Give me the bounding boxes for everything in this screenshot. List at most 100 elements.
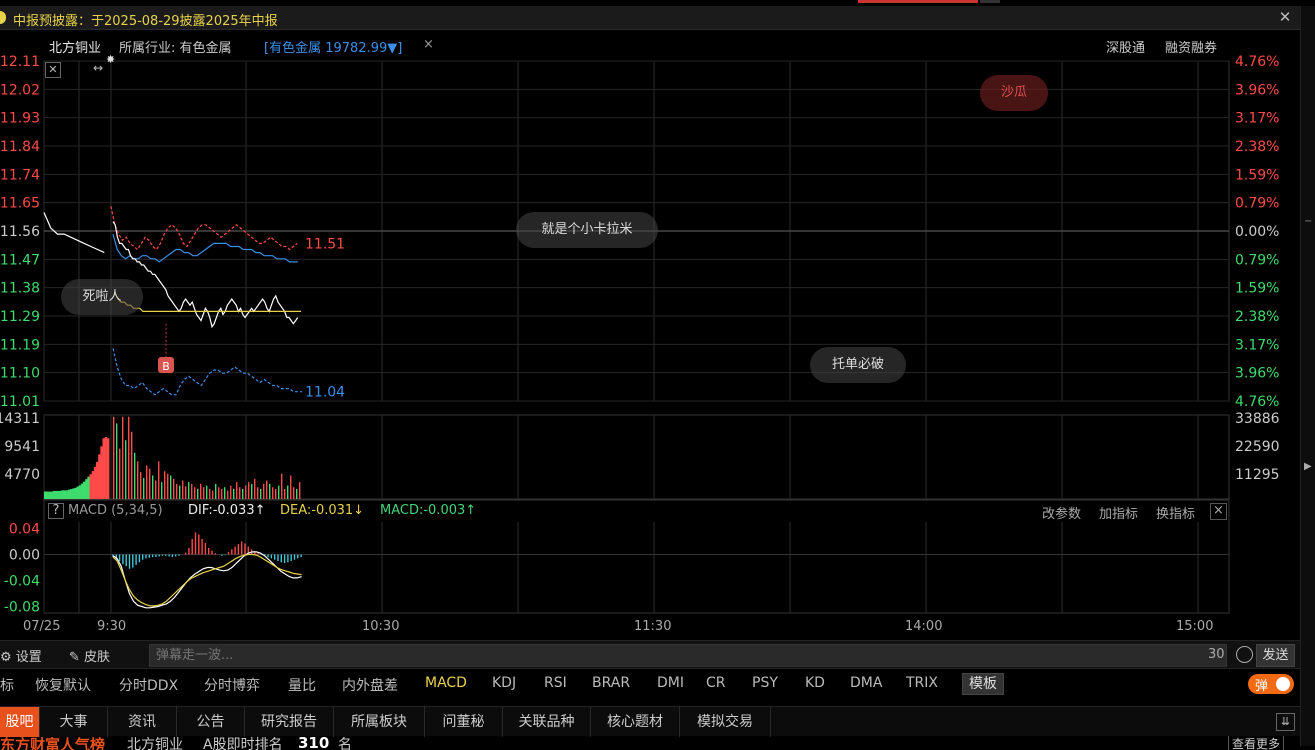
bottom-tab[interactable]: 核心题材 — [591, 707, 680, 737]
send-button[interactable]: 发送 — [1256, 644, 1295, 667]
indicator-tab[interactable]: 量比 — [288, 675, 316, 695]
swap-indicator-button[interactable]: 换指标 — [1156, 503, 1195, 522]
volume-tick-label: 14311 — [0, 411, 40, 427]
volume-bar — [218, 487, 220, 499]
tag-shenguotong[interactable]: 深股通 — [1106, 37, 1145, 56]
volume-bar — [239, 487, 241, 499]
volume-bar — [161, 482, 163, 499]
price-tick-label: 11.84 — [0, 139, 40, 155]
volume-bar — [236, 482, 238, 499]
industry-index-link[interactable]: [有色金属 19782.99▼] — [264, 37, 402, 56]
expand-right-icon[interactable]: ▶ — [1304, 461, 1312, 472]
volume-bar — [296, 488, 298, 499]
bottom-tab[interactable]: 所属板块 — [334, 707, 425, 737]
danmaku-toggle-label: 弹 — [1255, 679, 1269, 694]
indicator-tab[interactable]: RSI — [544, 675, 567, 691]
industry-label: 所属行业: 有色金属 — [119, 41, 232, 56]
bottom-tab-guba[interactable]: 股吧 — [0, 707, 40, 737]
settings-button[interactable]: ⚙ 设置 — [0, 646, 42, 665]
volume-tick-label: 11295 — [1235, 467, 1280, 483]
macd-close-icon[interactable]: × — [1210, 503, 1227, 520]
volume-bar — [227, 490, 229, 499]
macd-dif: DIF:-0.033↑ — [188, 503, 266, 518]
volume-bar — [215, 483, 217, 499]
notice-close-icon[interactable]: ✕ — [1276, 8, 1294, 26]
volume-bar — [185, 486, 187, 499]
view-more-button[interactable]: 查看更多 — [1228, 736, 1285, 750]
indicator-tab[interactable]: KDJ — [492, 675, 516, 691]
bottom-tab[interactable]: 资讯 — [108, 707, 177, 737]
indicator-tab[interactable]: KD — [805, 675, 825, 691]
bottom-tab[interactable]: 大事 — [40, 707, 108, 737]
volume-bar — [128, 416, 130, 499]
price-tick-label: 12.02 — [0, 82, 40, 98]
industry-close-icon[interactable]: × — [423, 37, 434, 52]
danmaku-char-count: 30 — [1208, 647, 1225, 662]
toggle-knob — [1276, 677, 1290, 691]
indicator-tab[interactable]: MACD — [425, 675, 467, 691]
indicator-tab[interactable]: 内外盘差 — [342, 675, 398, 695]
bottom-tab[interactable]: 问董秘 — [425, 707, 503, 737]
change-params-button[interactable]: 改参数 — [1042, 503, 1081, 522]
stock-name: 北方铜业 — [49, 41, 102, 56]
volume-bar — [242, 488, 244, 499]
intraday-chart[interactable]: 12.11 4.76% 12.02 3.96% 11.93 3.17% 11.84 2.38%… — [0, 55, 1300, 620]
volume-bar — [197, 488, 199, 499]
indicator-tab[interactable]: 标 — [0, 675, 14, 695]
volume-bar — [170, 475, 172, 499]
volume-bar — [257, 487, 259, 499]
volume-bar — [230, 485, 232, 499]
template-button[interactable]: 模板 — [962, 673, 1004, 695]
pct-tick-label: 4.76% — [1235, 55, 1279, 70]
dif-line — [112, 551, 302, 609]
rank-number: 310 — [298, 736, 330, 750]
skin-button[interactable]: ✎ 皮肤 — [69, 646, 110, 665]
indicator-tab[interactable]: 恢复默认 — [35, 675, 91, 695]
indicator-tab[interactable]: DMA — [850, 675, 882, 691]
pct-tick-label: 2.38% — [1235, 309, 1279, 325]
indicator-tab[interactable]: CR — [706, 675, 726, 691]
bottom-tab[interactable]: 模拟交易 — [680, 707, 771, 737]
rank-unit: 名 — [338, 737, 352, 750]
volume-bar — [155, 480, 157, 499]
bottom-tab[interactable]: 关联品种 — [503, 707, 591, 737]
indicator-tab[interactable]: 分时DDX — [119, 675, 178, 695]
indicator-tab[interactable]: 分时博弈 — [204, 675, 260, 695]
tag-margin-trading[interactable]: 融资融券 — [1165, 37, 1217, 56]
help-icon[interactable]: ? — [48, 503, 64, 519]
chart-close-icon[interactable]: ✕ — [45, 62, 61, 78]
indicator-tab[interactable]: BRAR — [592, 675, 630, 691]
volume-bar — [233, 488, 235, 499]
indicator-tab[interactable]: TRIX — [906, 675, 938, 691]
emoji-icon[interactable] — [1236, 646, 1253, 663]
macd-value: MACD:-0.003↑ — [380, 503, 477, 518]
volume-tick-label: 22590 — [1235, 439, 1280, 455]
add-indicator-button[interactable]: 加指标 — [1099, 503, 1138, 522]
volume-bar — [203, 487, 205, 499]
bottom-tab[interactable]: 公告 — [177, 707, 245, 737]
volume-bar — [149, 468, 151, 499]
lower-band-line — [112, 348, 302, 396]
rank-title: 东方财富人气榜 — [0, 736, 106, 750]
indicator-tab[interactable]: DMI — [657, 675, 684, 691]
top-tab-mark — [980, 0, 1000, 3]
minus-icon[interactable]: − — [1304, 216, 1312, 227]
bottom-tab[interactable]: 研究报告 — [245, 707, 334, 737]
pct-tick-label: 4.76% — [1235, 394, 1279, 410]
macd-dea: DEA:-0.031↓ — [280, 503, 365, 518]
danmaku-bubble: 死啦人 — [61, 279, 143, 315]
danmaku-input[interactable] — [149, 644, 1227, 667]
resize-horizontal-icon[interactable]: ↔ — [93, 61, 103, 75]
volume-bar — [176, 483, 178, 499]
volume-bar — [200, 483, 202, 499]
volume-bar — [119, 448, 121, 499]
volume-bar — [290, 475, 292, 499]
indicator-tab[interactable]: PSY — [752, 675, 778, 691]
collapse-icon[interactable]: ⇊ — [1276, 713, 1295, 731]
price-tick-label: 11.38 — [0, 281, 40, 297]
volume-bar — [287, 485, 289, 499]
volume-bar — [122, 416, 124, 499]
pct-tick-label: 0.79% — [1235, 252, 1279, 268]
danmaku-toggle[interactable]: 弹 — [1248, 674, 1294, 694]
macd-name: MACD (5,34,5) — [68, 503, 163, 518]
